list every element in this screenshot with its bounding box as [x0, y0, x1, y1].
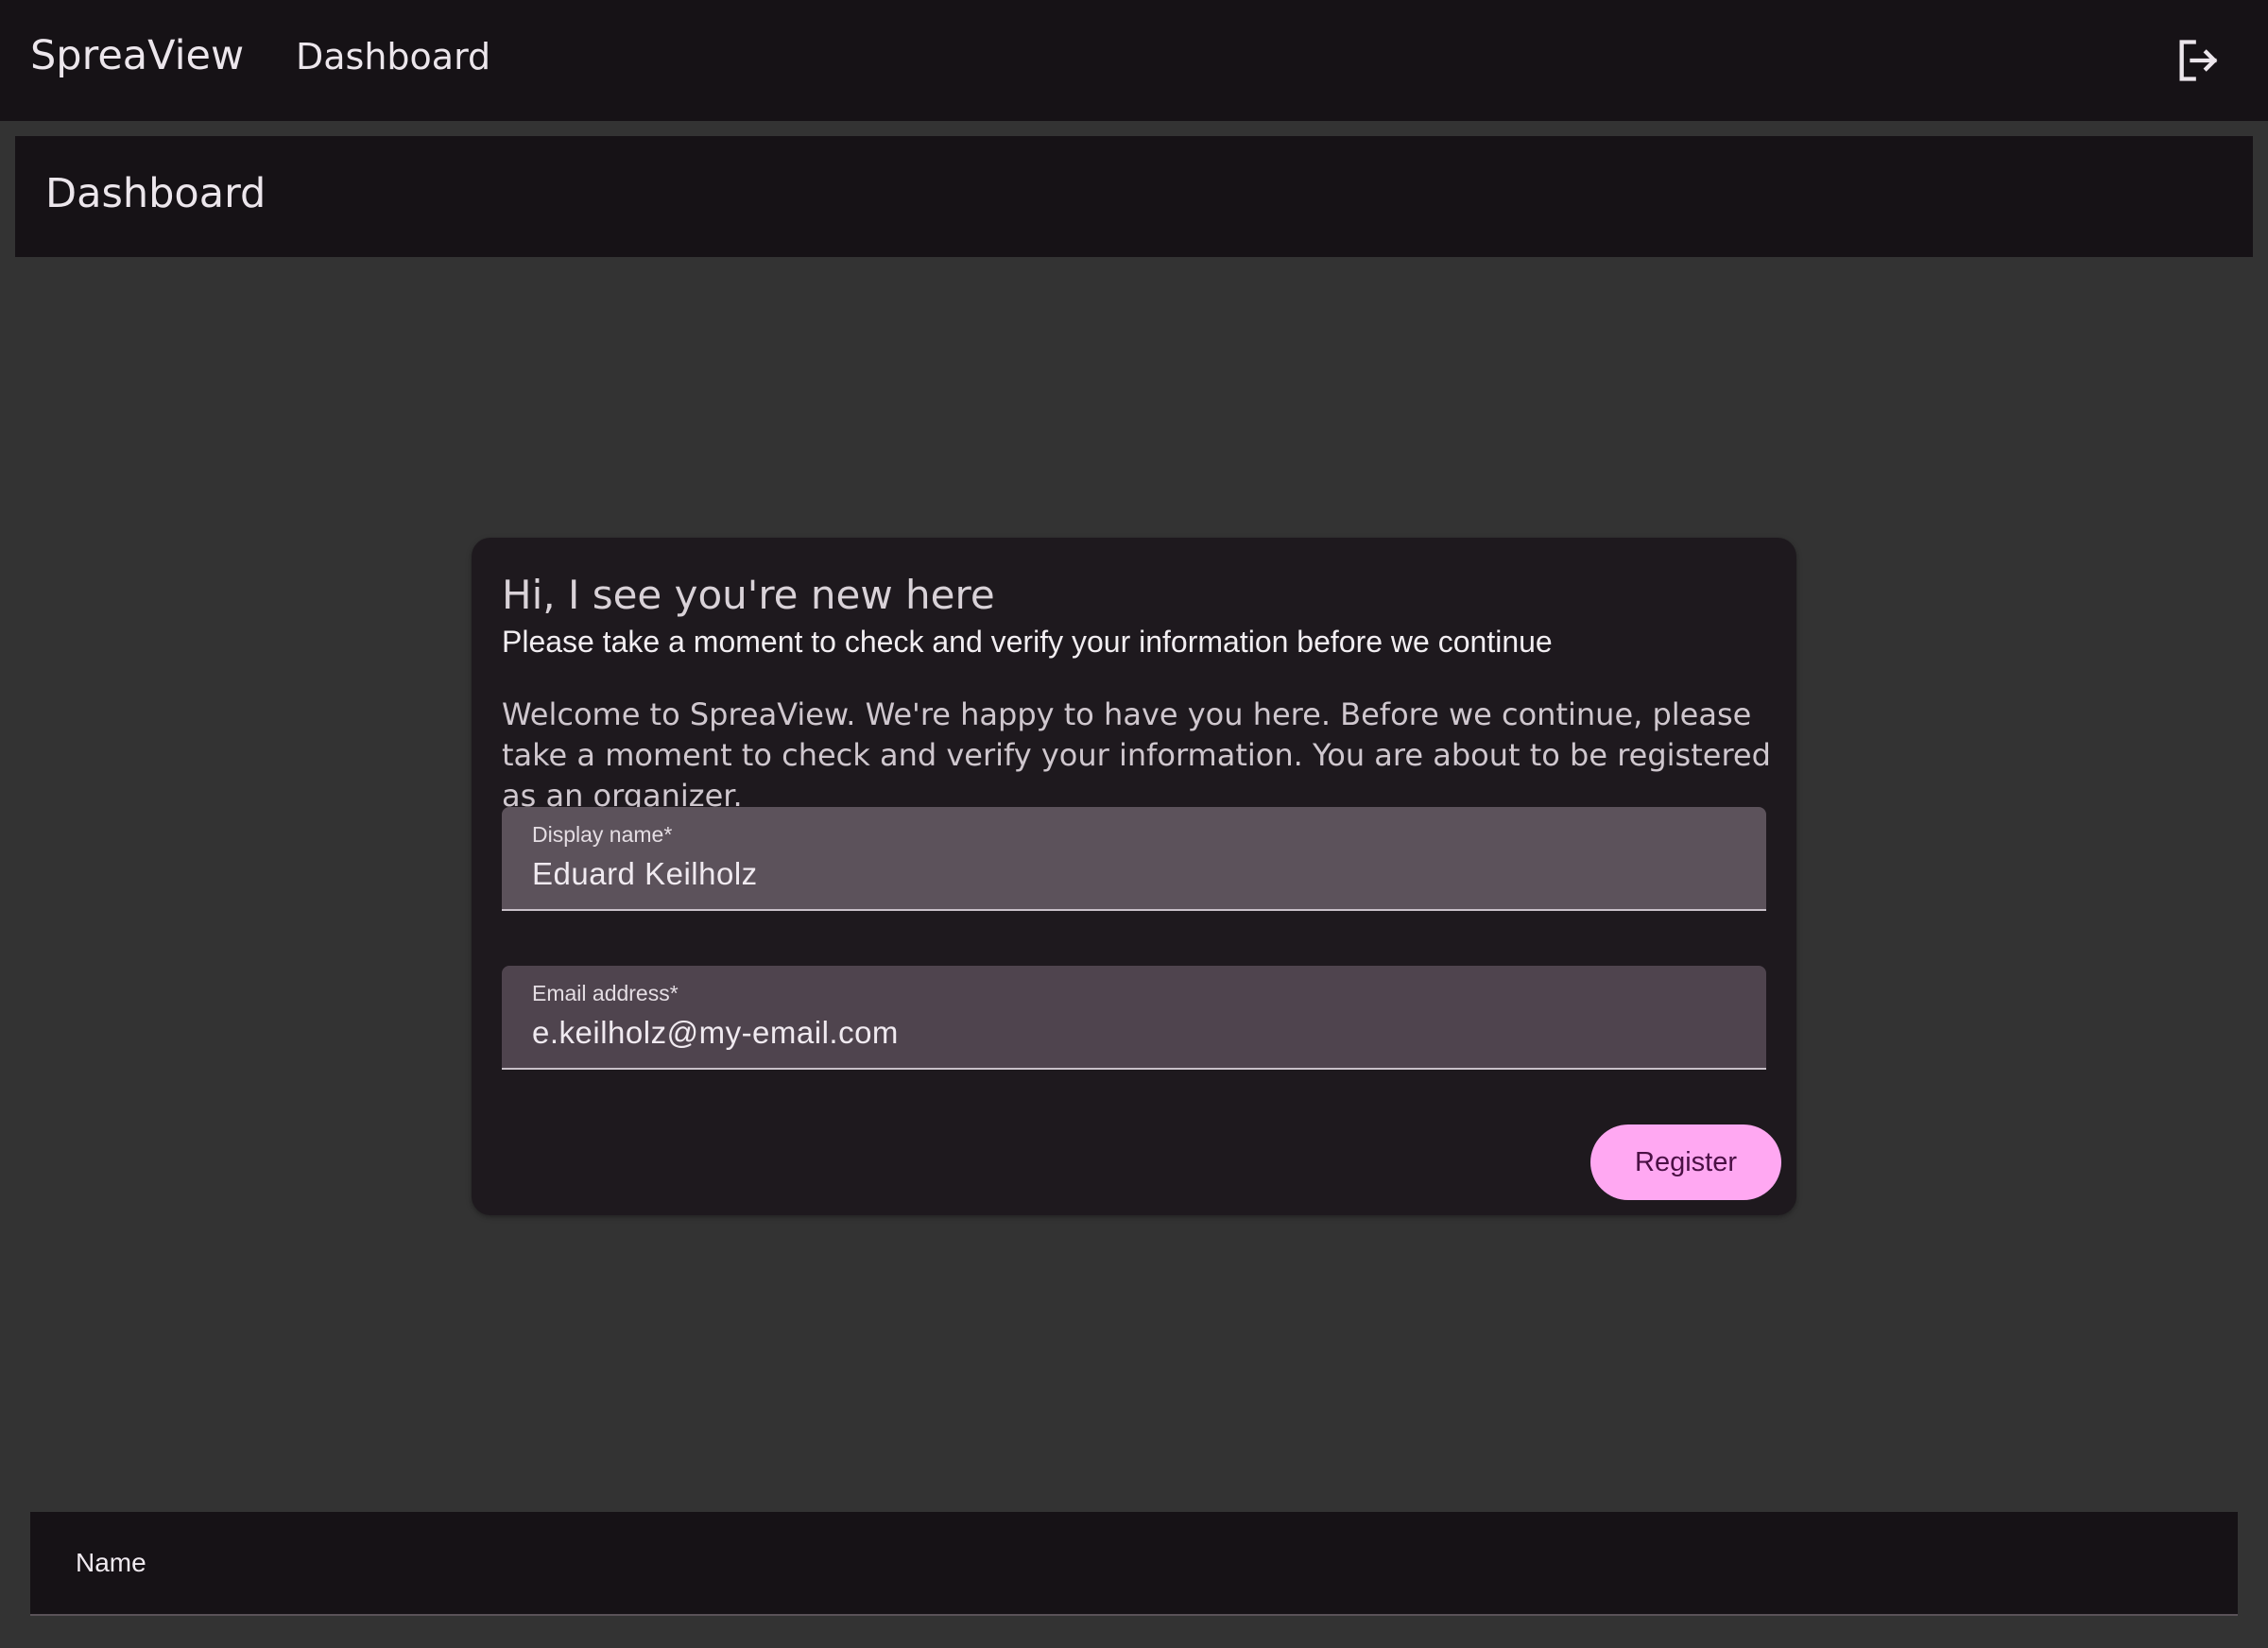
display-name-label: Display name*	[532, 822, 673, 847]
email-label: Email address*	[532, 981, 679, 1005]
logout-icon[interactable]	[2174, 36, 2223, 85]
data-table: Name	[30, 1512, 2238, 1616]
nav-link-dashboard[interactable]: Dashboard	[296, 36, 490, 77]
column-header-name[interactable]: Name	[76, 1548, 146, 1578]
card-body-text: Welcome to SpreaView. We're happy to hav…	[502, 696, 1771, 814]
page-title: Dashboard	[45, 170, 266, 217]
card-subtitle: Please take a moment to check and verify…	[502, 625, 1553, 659]
register-button[interactable]: Register	[1590, 1124, 1781, 1200]
email-field[interactable]: Email address*	[502, 966, 1766, 1070]
display-name-input[interactable]	[532, 856, 1732, 892]
top-app-bar: SpreaView Dashboard	[0, 0, 2268, 121]
registration-card: Hi, I see you're new here Please take a …	[472, 538, 1796, 1215]
app-brand[interactable]: SpreaView	[30, 32, 244, 79]
email-input[interactable]	[532, 1015, 1732, 1051]
page-header: Dashboard	[15, 136, 2253, 257]
display-name-field[interactable]: Display name*	[502, 807, 1766, 911]
card-title: Hi, I see you're new here	[502, 572, 995, 618]
